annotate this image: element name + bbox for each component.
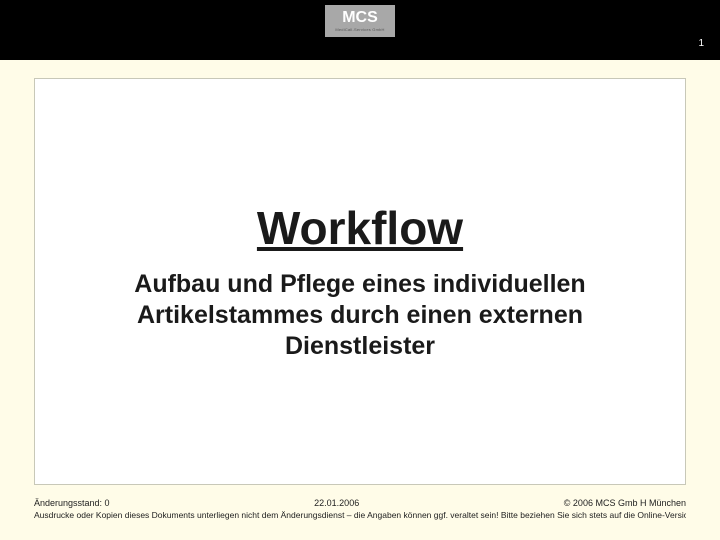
header-bar: MCS MediCall-Services GmbH 1 — [0, 0, 720, 60]
revision-label: Änderungsstand: 0 — [34, 498, 110, 508]
date-label: 22.01.2006 — [314, 498, 359, 508]
copyright-label: © 2006 MCS Gmb H München — [564, 498, 686, 508]
logo-text-main: MCS — [342, 10, 378, 26]
page-number: 1 — [698, 38, 704, 49]
slide-subtitle: Aufbau und Pflege eines individuellen Ar… — [80, 269, 640, 363]
slide-title: Workflow — [257, 201, 463, 255]
content-panel: Workflow Aufbau und Pflege eines individ… — [34, 78, 686, 485]
mcs-logo: MCS MediCall-Services GmbH — [325, 5, 395, 37]
footer-disclaimer: Ausdrucke oder Kopien dieses Dokuments u… — [34, 510, 686, 520]
footer-meta-row: Änderungsstand: 0 22.01.2006 © 2006 MCS … — [34, 498, 686, 508]
logo-text-sub: MediCall-Services GmbH — [335, 27, 384, 32]
